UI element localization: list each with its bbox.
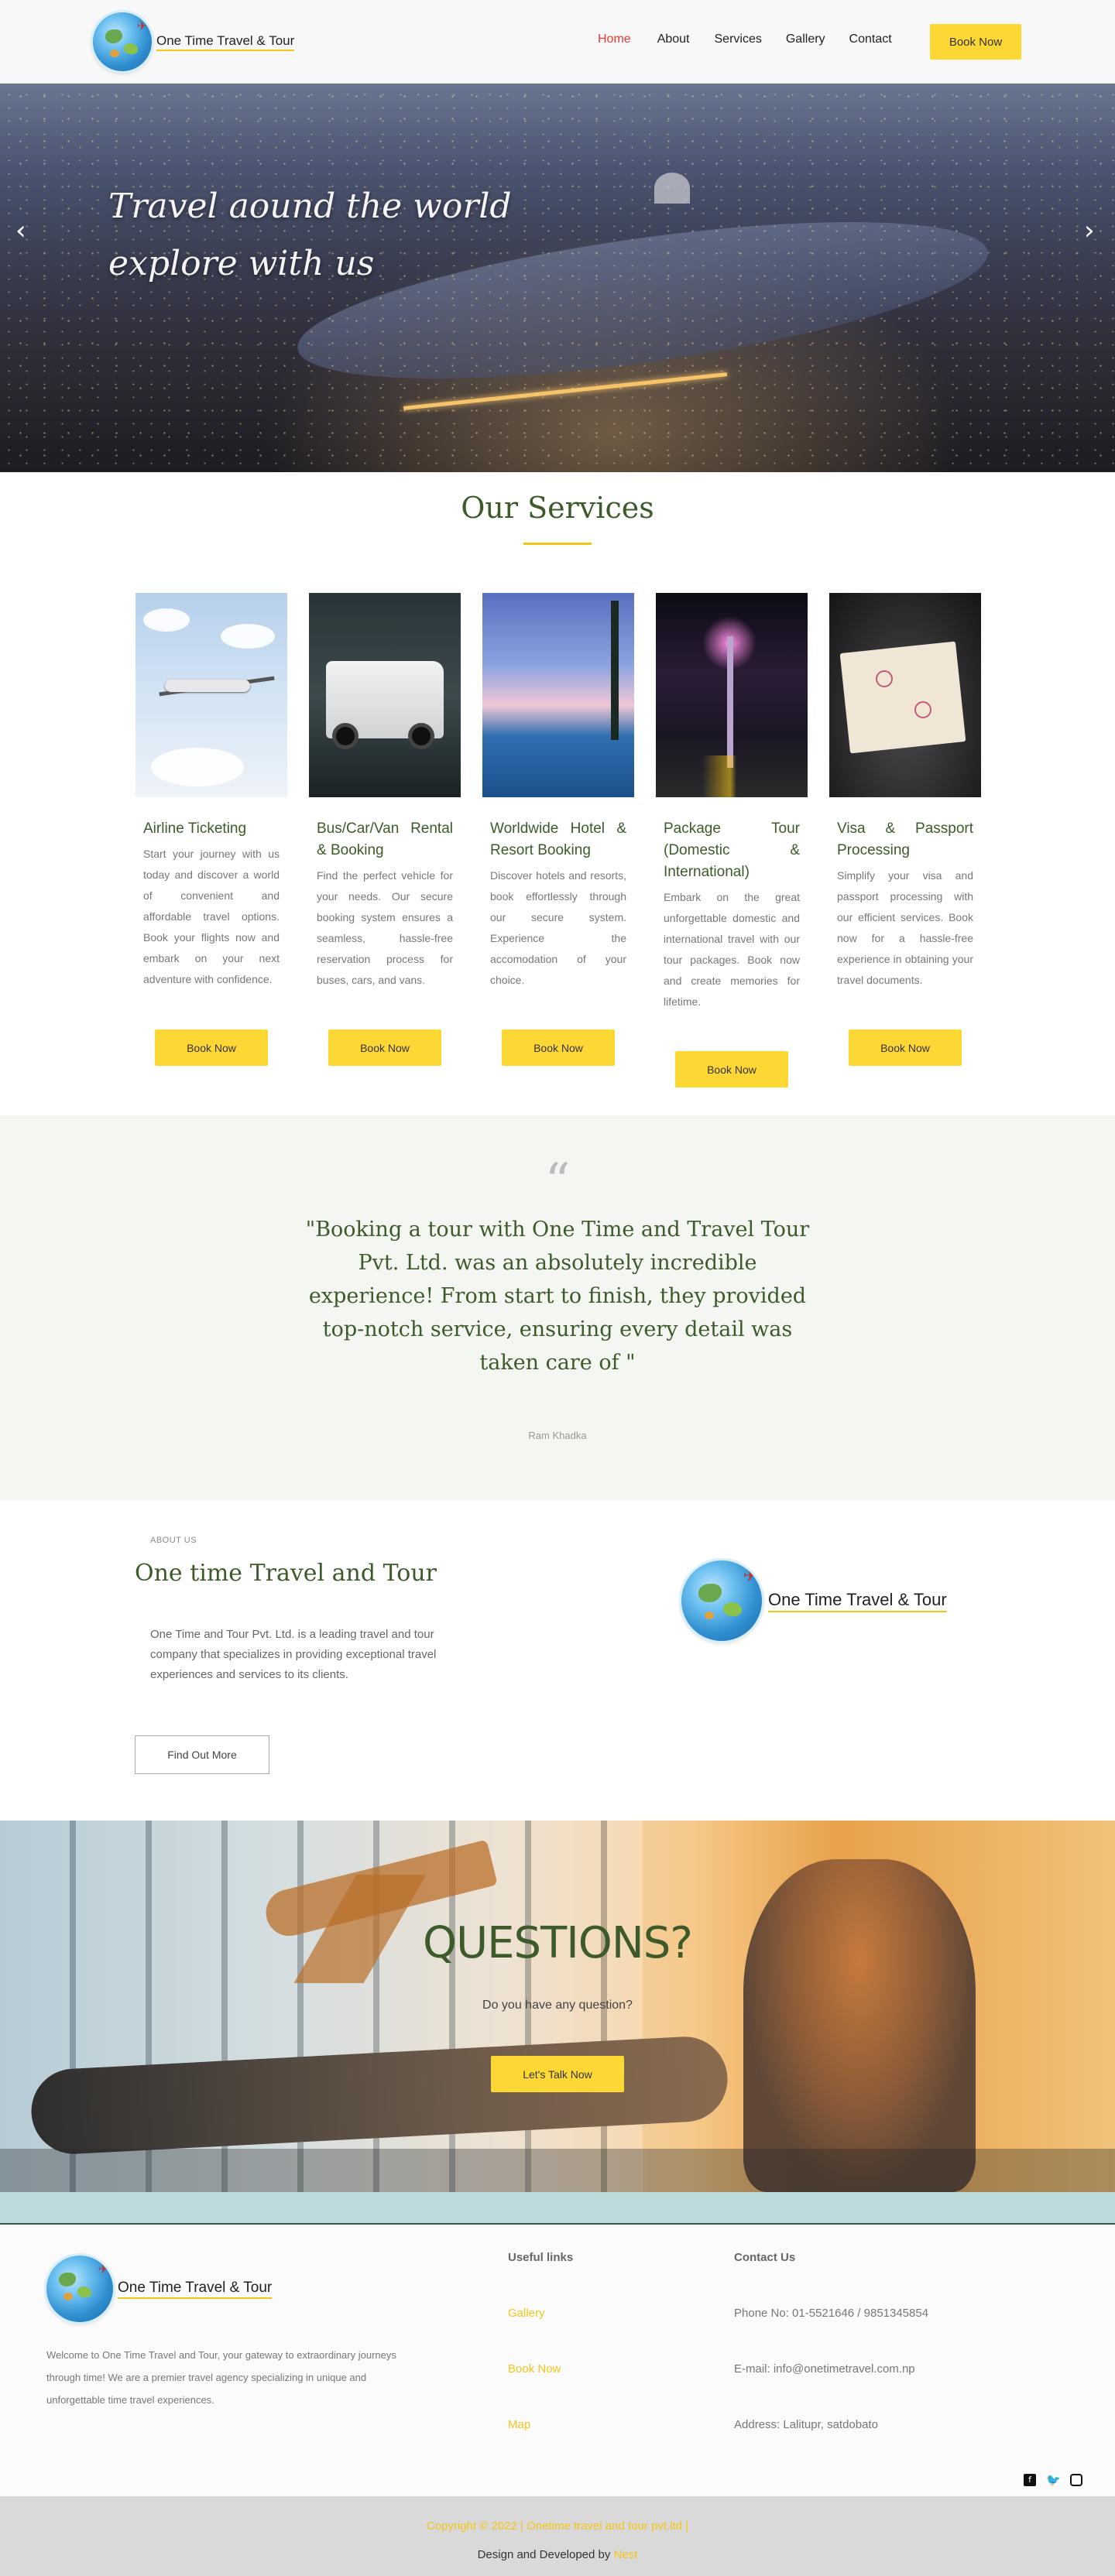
service-description: Find the perfect vehicle for your needs.… <box>317 869 453 986</box>
contact-phone: Phone No: 01-5521646 / 9851345854 <box>734 2307 929 2320</box>
hero-title-line-2: explore with us <box>108 244 375 283</box>
service-card-package: Package Tour (Domestic & International) … <box>656 593 808 1088</box>
testimonial-author: Ram Khadka <box>528 1430 587 1441</box>
footer-link-gallery[interactable]: Gallery <box>508 2307 545 2320</box>
about-logo: ✈ One Time Travel & Tour <box>681 1560 947 1641</box>
header-book-now-button[interactable]: Book Now <box>930 24 1021 60</box>
service-book-now-button[interactable]: Book Now <box>675 1051 788 1088</box>
testimonial-text: "Booking a tour with One Time and Travel… <box>305 1218 810 1375</box>
site-header: ✈ One Time Travel & Tour Home About Serv… <box>0 0 1115 84</box>
globe-logo-icon: ✈ <box>93 12 152 71</box>
service-book-now-button[interactable]: Book Now <box>155 1029 268 1066</box>
questions-title: QUESTIONS? <box>423 1918 693 1968</box>
chevron-left-icon[interactable]: ‹ <box>15 215 26 246</box>
hero-slider: Travel aound the world explore with us ‹… <box>0 84 1115 472</box>
nav-about[interactable]: About <box>657 33 690 46</box>
service-card-visa: Visa & Passport Processing Simplify your… <box>829 593 981 1066</box>
hero-title-line-1: Travel aound the world <box>108 187 512 226</box>
nav-gallery[interactable]: Gallery <box>786 33 825 46</box>
contact-email[interactable]: E-mail: info@onetimetravel.com.np <box>734 2362 915 2376</box>
service-description: Start your journey with us today and dis… <box>143 848 280 985</box>
twitter-icon[interactable]: 🐦 <box>1046 2474 1061 2486</box>
service-title: Bus/Car/Van Rental & Booking <box>317 820 453 858</box>
service-card-airline: Airline Ticketing Start your journey wit… <box>136 593 287 1066</box>
copyright-text: Copyright © 2022 | Onetime travel and to… <box>426 2519 689 2533</box>
site-footer: ✈ One Time Travel & Tour Welcome to One … <box>0 2225 1115 2496</box>
service-card-hotel: Worldwide Hotel & Resort Booking Discove… <box>482 593 634 1066</box>
divider-strip <box>0 2192 1115 2225</box>
logo-text: One Time Travel & Tour <box>156 33 295 51</box>
questions-subtitle: Do you have any question? <box>482 1999 633 2012</box>
about-title: One time Travel and Tour <box>135 1560 437 1587</box>
passport-image <box>829 593 981 797</box>
find-out-more-button[interactable]: Find Out More <box>135 1735 269 1774</box>
about-description: One Time and Tour Pvt. Ltd. is a leading… <box>150 1628 437 1681</box>
logo-text: One Time Travel & Tour <box>118 2280 273 2299</box>
service-book-now-button[interactable]: Book Now <box>502 1029 615 1066</box>
testimonial-section: “ "Booking a tour with One Time and Trav… <box>0 1115 1115 1500</box>
chevron-right-icon[interactable]: › <box>1084 215 1095 246</box>
about-eyebrow: ABOUT US <box>150 1536 197 1545</box>
facebook-icon[interactable]: f <box>1024 2474 1036 2486</box>
service-card-rental: Bus/Car/Van Rental & Booking Find the pe… <box>309 593 461 1066</box>
globe-logo-icon: ✈ <box>681 1560 762 1641</box>
useful-links-heading: Useful links <box>508 2251 574 2264</box>
main-nav: Home About Services Gallery Contact <box>598 33 892 46</box>
footer-about-text: Welcome to One Time Travel and Tour, you… <box>46 2349 396 2406</box>
developer-name[interactable]: Nest <box>614 2548 638 2561</box>
developer-prefix: Design and Developed by <box>477 2548 611 2561</box>
contact-heading: Contact Us <box>734 2251 796 2264</box>
service-description: Simplify your visa and passport processi… <box>837 869 973 986</box>
service-title: Package Tour (Domestic & International) <box>664 820 800 880</box>
footer-logo[interactable]: ✈ One Time Travel & Tour <box>46 2256 273 2322</box>
service-book-now-button[interactable]: Book Now <box>328 1029 441 1066</box>
nav-home[interactable]: Home <box>598 33 631 46</box>
airplane-image <box>136 593 287 797</box>
nav-contact[interactable]: Contact <box>849 33 892 46</box>
logo-text: One Time Travel & Tour <box>768 1590 947 1612</box>
site-logo[interactable]: ✈ One Time Travel & Tour <box>93 12 295 71</box>
city-tower-image <box>656 593 808 797</box>
service-title: Visa & Passport Processing <box>837 820 973 858</box>
questions-banner: QUESTIONS? Do you have any question? <box>0 1821 1115 2192</box>
services-title: Our Services <box>461 491 654 525</box>
resort-image <box>482 593 634 797</box>
hero-title: Travel aound the world explore with us <box>108 178 588 293</box>
services-title-underline <box>523 543 592 545</box>
globe-logo-icon: ✈ <box>46 2256 113 2322</box>
service-book-now-button[interactable]: Book Now <box>849 1029 962 1066</box>
service-title: Airline Ticketing <box>143 820 247 837</box>
service-title: Worldwide Hotel & Resort Booking <box>490 820 626 858</box>
instagram-icon[interactable] <box>1070 2474 1082 2486</box>
copyright-bar: Copyright © 2022 | Onetime travel and to… <box>0 2496 1115 2576</box>
contact-address: Address: Lalitupr, satdobato <box>734 2418 878 2431</box>
nav-services[interactable]: Services <box>715 33 762 46</box>
vehicle-image <box>309 593 461 797</box>
quote-icon: “ <box>544 1153 571 1211</box>
developer-credit: Design and Developed by Nest <box>0 2548 1115 2561</box>
footer-link-map[interactable]: Map <box>508 2418 530 2431</box>
service-description: Embark on the great unforgettable domest… <box>664 891 800 1008</box>
footer-link-book-now[interactable]: Book Now <box>508 2362 561 2376</box>
service-description: Discover hotels and resorts, book effort… <box>490 869 626 986</box>
lets-talk-button[interactable]: Let's Talk Now <box>491 2056 624 2092</box>
